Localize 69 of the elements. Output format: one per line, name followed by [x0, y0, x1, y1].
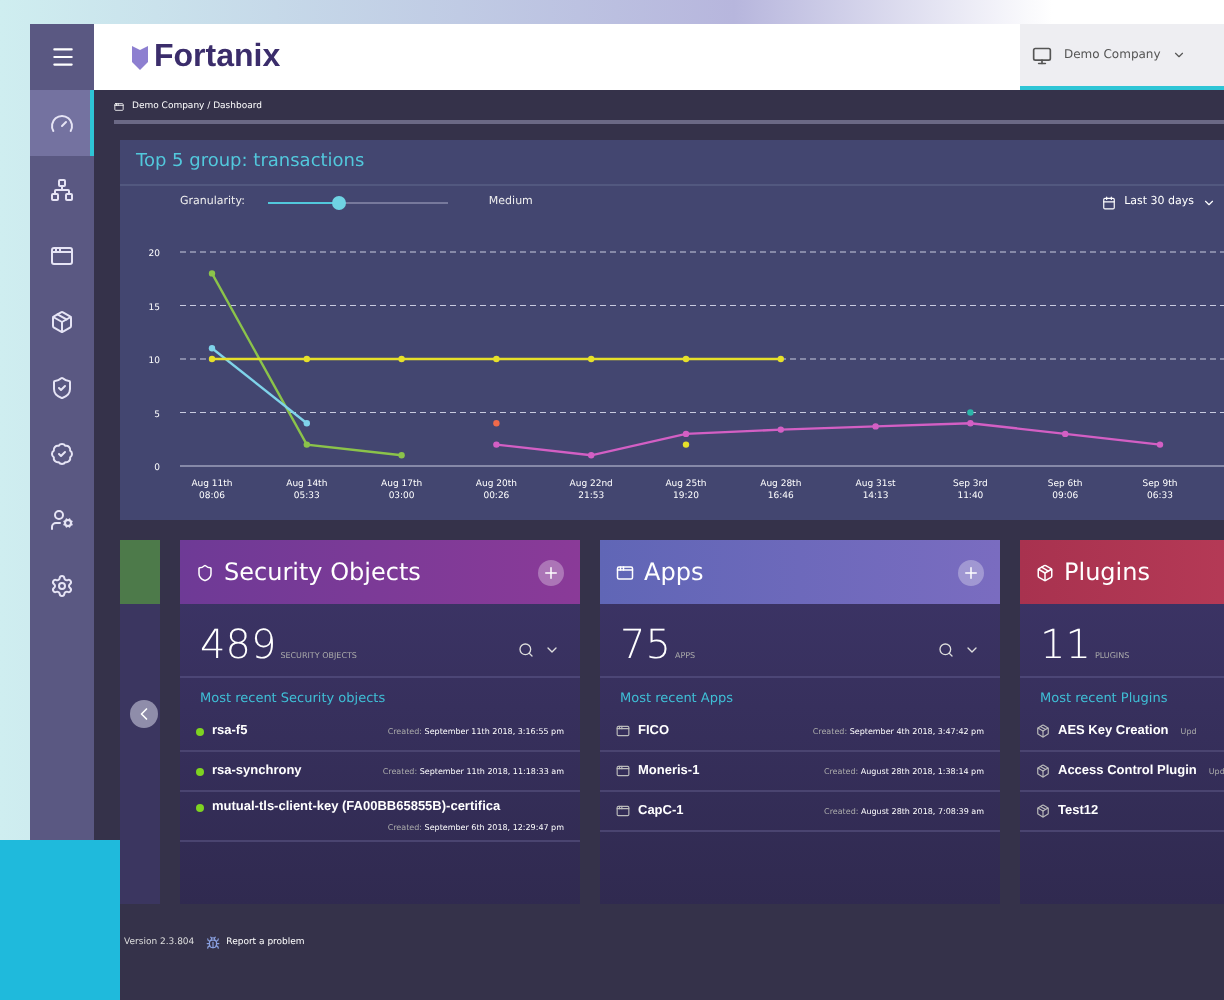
box-icon	[1036, 563, 1054, 581]
add-button[interactable]	[538, 559, 564, 585]
logo-icon	[130, 43, 150, 71]
user-gear-icon	[50, 507, 74, 531]
chart-series	[682, 441, 690, 448]
point	[588, 355, 595, 363]
chevron-icon[interactable]	[544, 642, 560, 658]
sidebar-item[interactable]	[30, 90, 94, 156]
point	[777, 426, 784, 433]
bug-icon	[206, 936, 221, 950]
status-dot	[196, 803, 204, 811]
gauge-icon	[50, 111, 74, 135]
box-icon	[1036, 724, 1050, 738]
count: 75	[620, 620, 671, 668]
page-icon	[114, 102, 124, 112]
point	[1062, 430, 1069, 438]
settings-icon	[50, 573, 74, 597]
status-dot	[196, 767, 204, 775]
point	[398, 452, 405, 459]
point	[682, 355, 690, 363]
plus-icon	[962, 563, 980, 581]
point	[208, 270, 216, 277]
point	[303, 355, 310, 363]
chart-series	[967, 409, 974, 416]
menu-icon[interactable]	[49, 44, 75, 70]
chart-series	[493, 420, 500, 427]
search-icon[interactable]	[938, 642, 954, 658]
shield-icon	[50, 375, 74, 399]
card-title: Apps	[644, 558, 706, 586]
search-icon[interactable]	[518, 642, 534, 658]
point	[303, 441, 310, 448]
status-dot	[196, 727, 204, 735]
point	[493, 355, 500, 363]
plus-icon	[542, 563, 560, 581]
box-icon	[1036, 764, 1050, 778]
monitor-icon	[1032, 45, 1052, 65]
box-icon	[1036, 804, 1050, 818]
point	[303, 420, 310, 427]
point	[682, 430, 690, 438]
point	[1156, 441, 1164, 448]
shield-icon	[196, 563, 214, 581]
chevron-icon	[1202, 195, 1216, 209]
add-button[interactable]	[958, 559, 984, 585]
logo-text: Fortanix	[154, 39, 281, 75]
chevron-icon[interactable]	[964, 642, 980, 658]
panel-title: Top 5 group: transactions	[120, 140, 1224, 186]
box-icon	[50, 309, 74, 333]
card-title: Security Objects	[224, 558, 423, 586]
point	[398, 355, 405, 363]
window-icon	[616, 724, 630, 738]
count: 489	[200, 620, 277, 668]
calendar-icon	[1102, 195, 1117, 209]
point	[777, 355, 784, 363]
badge-icon	[50, 441, 74, 465]
chevron-icon	[1172, 48, 1187, 62]
network-icon	[50, 177, 74, 201]
card-title: Plugins	[1064, 558, 1152, 586]
point	[208, 355, 216, 363]
window-icon	[616, 563, 634, 581]
point	[588, 452, 595, 459]
back-button[interactable]	[130, 700, 158, 728]
window-icon	[616, 764, 630, 778]
point	[967, 420, 974, 427]
point	[493, 441, 500, 448]
window-icon	[50, 243, 74, 267]
count: 11	[1040, 620, 1091, 668]
window-icon	[616, 804, 630, 818]
point	[872, 423, 879, 430]
point	[208, 345, 216, 352]
